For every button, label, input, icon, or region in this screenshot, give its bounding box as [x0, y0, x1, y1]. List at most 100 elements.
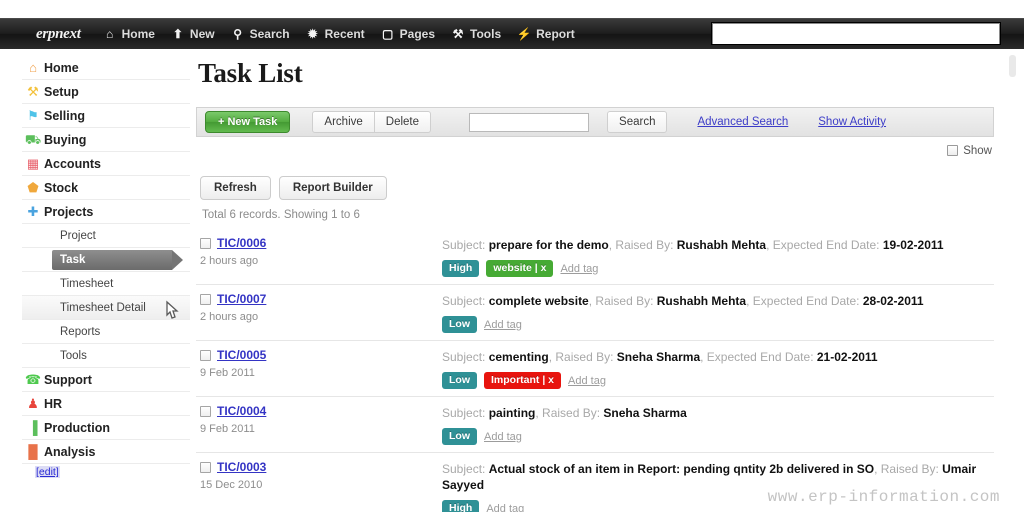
checkbox-icon[interactable]	[947, 145, 959, 156]
sidebar-item-label: Stock	[44, 180, 79, 195]
task-raised-by: Sneha Sharma	[603, 406, 687, 420]
row-checkbox-icon[interactable]	[200, 293, 211, 305]
sidebar-edit-link[interactable]: [edit]	[35, 466, 60, 478]
app-logo[interactable]: erpnext	[36, 26, 81, 43]
global-search-box[interactable]	[712, 23, 1000, 44]
sidebar-item-buying[interactable]: ⛟ Buying	[22, 128, 190, 152]
sidebar-item-accounts[interactable]: ▦ Accounts	[22, 152, 190, 176]
report-builder-button[interactable]: Report Builder	[278, 176, 387, 200]
sidebar-item-production[interactable]: ▐ Production	[22, 416, 190, 440]
sidebar-item-label: Support	[44, 372, 92, 387]
topnav-item-home[interactable]: ⌂ Home	[95, 23, 163, 45]
task-list: TIC/0006 2 hours ago Subject: prepare for …	[196, 229, 994, 512]
task-timestamp: 15 Dec 2010	[200, 479, 263, 491]
task-row-right: Subject: complete website, Raised By: Ru…	[442, 292, 994, 333]
task-row[interactable]: TIC/0005 9 Feb 2011 Subject: cementing, Ra…	[196, 341, 994, 397]
row-checkbox-icon[interactable]	[200, 461, 211, 473]
task-row[interactable]: TIC/0006 2 hours ago Subject: prepare for …	[196, 229, 994, 285]
advanced-search-link[interactable]: Advanced Search	[697, 116, 788, 128]
sidebar-subitem-tools[interactable]: Tools	[22, 344, 190, 368]
show-checkbox-row[interactable]: Show	[947, 145, 992, 157]
list-search-button[interactable]: Search	[607, 111, 668, 133]
task-tag[interactable]: High	[442, 500, 480, 512]
task-tag[interactable]: High	[442, 260, 480, 277]
sidebar-subitem-timesheet[interactable]: Timesheet	[22, 272, 190, 296]
task-id-link[interactable]: TIC/0005	[217, 348, 266, 362]
row-checkbox-icon[interactable]	[200, 349, 211, 361]
row-checkbox-icon[interactable]	[200, 405, 211, 417]
sidebar-item-selling[interactable]: ⚑ Selling	[22, 104, 190, 128]
subject-label: Subject:	[442, 462, 489, 476]
add-tag-link[interactable]: Add tag	[560, 263, 598, 275]
sidebar-subitem-project[interactable]: Project	[22, 224, 190, 248]
topnav-item-report[interactable]: ⚡ Report	[509, 23, 583, 45]
topnav-item-search[interactable]: ⚲ Search	[223, 23, 298, 45]
sidebar-subitem-label: Timesheet	[60, 277, 114, 290]
add-tag-link[interactable]: Add tag	[568, 375, 606, 387]
topnav-item-label: Recent	[324, 27, 365, 41]
global-search-input[interactable]	[713, 24, 999, 44]
row-checkbox-icon[interactable]	[200, 237, 211, 249]
task-timestamp: 9 Feb 2011	[200, 423, 255, 435]
topnav-item-label: Home	[121, 27, 155, 41]
expected-end-date-label: , Expected End Date:	[766, 238, 883, 252]
sidebar-item-hr[interactable]: ♟ HR	[22, 392, 190, 416]
task-end-date: 28-02-2011	[862, 294, 924, 308]
sidebar-item-projects[interactable]: ✚ Projects	[22, 200, 190, 224]
sidebar-item-label: Buying	[44, 132, 87, 147]
sidebar-subitem-timesheet-detail[interactable]: Timesheet Detail	[22, 296, 190, 320]
recent-icon: ✹	[307, 27, 318, 41]
setup-icon: ⚒	[27, 84, 39, 99]
show-activity-link[interactable]: Show Activity	[818, 116, 886, 128]
sidebar-item-support[interactable]: ☎ Support	[22, 368, 190, 392]
selling-icon: ⚑	[27, 108, 39, 123]
sidebar-item-label: HR	[44, 396, 63, 411]
topnav-item-tools[interactable]: ⚒ Tools	[443, 23, 509, 45]
list-action-bar: Refresh Report Builder	[196, 176, 996, 200]
add-tag-link[interactable]: Add tag	[486, 503, 524, 512]
task-tag[interactable]: Low	[442, 428, 477, 445]
topnav-item-pages[interactable]: ▢ Pages	[373, 23, 443, 45]
task-timestamp: 2 hours ago	[200, 255, 259, 267]
delete-button[interactable]: Delete	[374, 111, 432, 133]
subject-label: Subject:	[442, 294, 489, 308]
refresh-button[interactable]: Refresh	[200, 176, 271, 200]
home-icon: ⌂	[105, 27, 114, 41]
task-tag-line: Low Add tag	[442, 316, 994, 333]
task-tag[interactable]: Important | x	[484, 372, 562, 389]
raised-by-label: , Raised By:	[548, 350, 617, 364]
task-tag[interactable]: Low	[442, 316, 477, 333]
task-tag[interactable]: website | x	[486, 260, 554, 277]
topnav-item-label: Pages	[399, 27, 436, 41]
raised-by-label: , Raised By:	[608, 238, 677, 252]
sidebar-item-analysis[interactable]: █ Analysis	[22, 440, 190, 464]
task-id-link[interactable]: TIC/0003	[217, 460, 266, 474]
sidebar-item-setup[interactable]: ⚒ Setup	[22, 80, 190, 104]
task-row[interactable]: TIC/0004 9 Feb 2011 Subject: painting, Rai…	[196, 397, 994, 453]
sidebar-item-label: Analysis	[44, 444, 96, 459]
task-id-line: TIC/0006	[200, 236, 442, 250]
topnav-item-recent[interactable]: ✹ Recent	[298, 23, 373, 45]
task-id-link[interactable]: TIC/0006	[217, 236, 266, 250]
sidebar-item-stock[interactable]: ⬟ Stock	[22, 176, 190, 200]
topnav-item-label: New	[189, 27, 215, 41]
add-tag-link[interactable]: Add tag	[484, 431, 522, 443]
sidebar-subitem-task[interactable]: Task	[22, 248, 190, 272]
scrollbar-thumb[interactable]	[1009, 55, 1016, 77]
task-id-link[interactable]: TIC/0007	[217, 292, 266, 306]
sidebar-subitem-reports[interactable]: Reports	[22, 320, 190, 344]
archive-button[interactable]: Archive	[312, 111, 375, 133]
new-task-button[interactable]: + New Task	[205, 111, 291, 133]
list-search-input[interactable]	[469, 112, 590, 132]
task-tag-line: High website | x Add tag	[442, 260, 994, 277]
task-tag[interactable]: Low	[442, 372, 477, 389]
task-raised-by: Sneha Sharma	[616, 350, 701, 364]
raised-by-label: , Raised By:	[588, 294, 657, 308]
main-content: Task List + New Task Archive Delete Sear…	[196, 52, 996, 512]
task-row[interactable]: TIC/0007 2 hours ago Subject: complete web…	[196, 285, 994, 341]
sidebar-item-home[interactable]: ⌂ Home	[22, 56, 190, 80]
topnav-item-new[interactable]: ⬆ New	[163, 23, 223, 45]
add-tag-link[interactable]: Add tag	[484, 319, 522, 331]
task-row-right: Subject: prepare for the demo, Raised By…	[442, 236, 994, 277]
task-id-link[interactable]: TIC/0004	[217, 404, 266, 418]
